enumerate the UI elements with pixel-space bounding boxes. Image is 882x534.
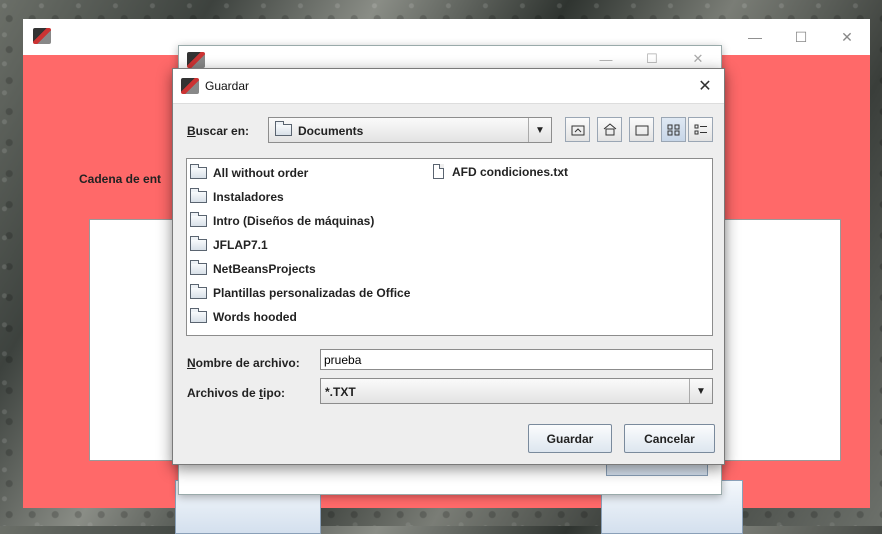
save-dialog: Guardar ✕ Buscar en: Documents ▼ All wit… — [172, 68, 725, 465]
list-item[interactable]: NetBeansProjects — [190, 260, 316, 276]
java-app-icon — [187, 52, 205, 68]
close-button[interactable]: ✕ — [824, 19, 870, 55]
up-folder-icon — [571, 125, 584, 135]
file-list[interactable]: All without order Instaladores Intro (Di… — [186, 158, 713, 336]
dialog-title: Guardar — [205, 79, 250, 93]
list-item[interactable]: JFLAP7.1 — [190, 236, 268, 252]
list-item[interactable]: Plantillas personalizadas de Office — [190, 284, 410, 300]
chevron-down-icon[interactable]: ▼ — [689, 379, 712, 403]
list-view-icon — [667, 124, 679, 135]
close-icon[interactable]: ✕ — [692, 73, 718, 99]
folder-icon — [190, 188, 207, 203]
file-name-label: Nombre de archivo: — [187, 356, 300, 370]
home-icon — [603, 123, 616, 136]
minimize-button[interactable]: — — [732, 19, 778, 55]
maximize-button[interactable]: ☐ — [778, 19, 824, 55]
file-type-label: Archivos de tipo: — [187, 386, 286, 400]
file-type-value: *.TXT — [325, 385, 356, 399]
list-item[interactable]: All without order — [190, 164, 308, 180]
list-item[interactable]: Instaladores — [190, 188, 284, 204]
folder-icon — [190, 284, 207, 299]
details-view-button[interactable] — [688, 117, 713, 142]
chevron-down-icon[interactable]: ▼ — [528, 118, 551, 142]
file-name-input[interactable] — [320, 349, 713, 370]
up-folder-button[interactable] — [565, 117, 590, 142]
folder-icon — [190, 308, 207, 323]
list-item[interactable]: AFD condiciones.txt — [433, 164, 568, 179]
list-item[interactable]: Words hooded — [190, 308, 297, 324]
java-app-icon — [33, 28, 51, 44]
folder-icon — [190, 260, 207, 275]
dialog-titlebar: Guardar ✕ — [173, 69, 724, 104]
look-in-label: Buscar en: — [187, 124, 250, 138]
look-in-combobox[interactable]: Documents ▼ — [268, 117, 552, 143]
folder-icon — [190, 236, 207, 251]
cancel-button[interactable]: Cancelar — [624, 424, 715, 453]
list-view-button[interactable] — [661, 117, 686, 142]
folder-icon — [275, 121, 292, 136]
home-button[interactable] — [597, 117, 622, 142]
look-in-value: Documents — [298, 124, 364, 138]
new-folder-icon — [635, 125, 648, 135]
java-app-icon — [181, 78, 199, 94]
folder-icon — [190, 212, 207, 227]
folder-icon — [190, 164, 207, 179]
text-file-icon — [433, 164, 444, 179]
save-button[interactable]: Guardar — [528, 424, 612, 453]
details-view-icon — [694, 124, 707, 134]
list-item[interactable]: Intro (Diseños de máquinas) — [190, 212, 374, 228]
file-type-combobox[interactable]: *.TXT ▼ — [320, 378, 713, 404]
input-string-label: Cadena de ent — [79, 172, 162, 186]
new-folder-button[interactable] — [629, 117, 654, 142]
